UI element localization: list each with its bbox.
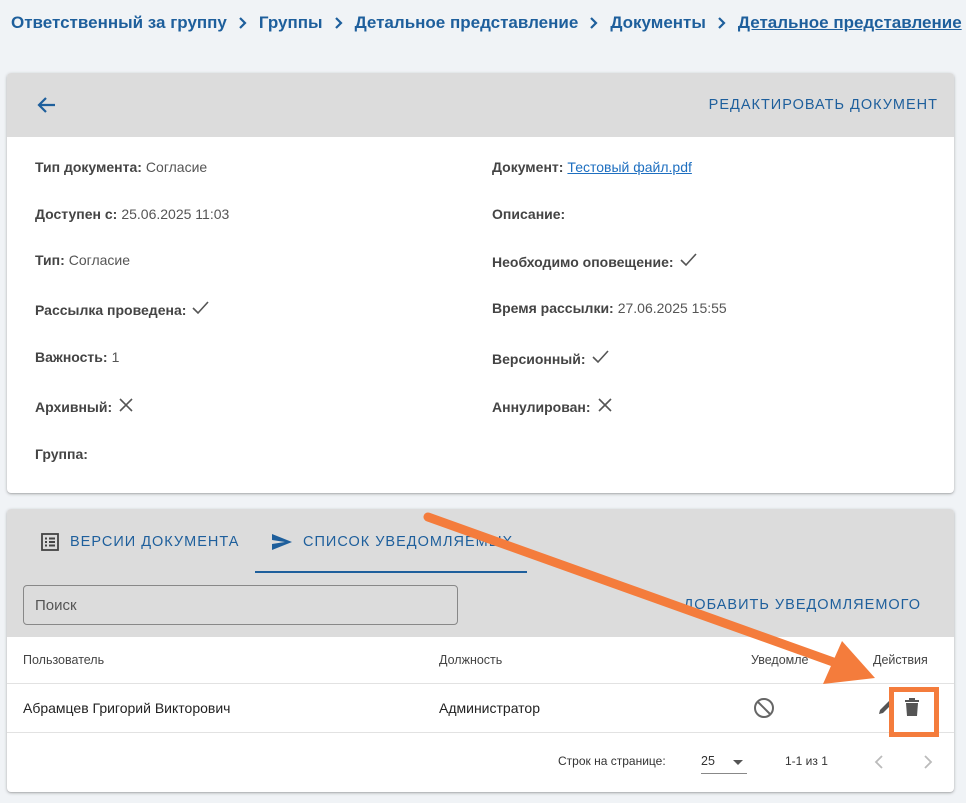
annulled-label: Аннулирован: (492, 398, 591, 415)
importance-label: Важность: (35, 349, 108, 365)
pagination-range: 1-1 из 1 (785, 754, 828, 768)
mailing-done-label: Рассылка проведена: (35, 301, 187, 318)
column-header-actions: Действия (873, 653, 928, 667)
search-input[interactable] (23, 585, 458, 625)
edit-document-button[interactable]: РЕДАКТИРОВАТЬ ДОКУМЕНТ (709, 97, 938, 113)
recipients-toolbar: ДОБАВИТЬ УВЕДОМЛЯЕМОГО (7, 575, 954, 637)
back-arrow-icon[interactable] (35, 93, 59, 117)
breadcrumb-item-document-detail[interactable]: Детальное представление (738, 13, 962, 33)
document-card: РЕДАКТИРОВАТЬ ДОКУМЕНТ Тип документа: Со… (7, 73, 954, 493)
table-row: Абрамцев Григорий Викторович Администрат… (7, 684, 954, 733)
document-details: Тип документа: Согласие Документ: Тестов… (7, 137, 954, 493)
chevron-right-icon (323, 17, 355, 29)
check-icon (590, 347, 610, 370)
detail-annulled: Аннулирован: (492, 395, 615, 418)
rows-per-page-select[interactable]: 25 (701, 746, 747, 774)
tab-bar: ВЕРСИИ ДОКУМЕНТА СПИСОК УВЕДОМЛЯЕМЫХ (7, 509, 954, 575)
detail-mailing-time: Время рассылки: 27.06.2025 15:55 (492, 300, 727, 316)
chevron-right-icon (706, 17, 738, 29)
chevron-right-icon (924, 755, 933, 769)
column-header-user[interactable]: Пользователь (23, 653, 104, 667)
prev-page-button[interactable] (867, 750, 891, 774)
detail-type: Тип: Согласие (35, 252, 130, 268)
detail-doc-type: Тип документа: Согласие (35, 159, 207, 175)
active-tab-indicator (255, 571, 527, 573)
tab-recipients-list[interactable]: СПИСОК УВЕДОМЛЯЕМЫХ (271, 509, 513, 575)
chevron-right-icon (578, 17, 610, 29)
detail-versioned: Версионный: (492, 347, 610, 370)
block-icon (753, 697, 775, 722)
rows-per-page-label: Строк на странице: (558, 754, 666, 768)
document-label: Документ: (492, 159, 564, 175)
chevron-down-icon (733, 760, 743, 765)
doc-type-label: Тип документа: (35, 159, 142, 175)
tab-recipients-list-label: СПИСОК УВЕДОМЛЯЕМЫХ (303, 534, 514, 550)
description-label: Описание: (492, 206, 566, 222)
importance-value: 1 (111, 349, 120, 365)
list-icon (41, 533, 59, 551)
detail-description: Описание: (492, 206, 569, 222)
detail-importance: Важность: 1 (35, 349, 119, 365)
tab-document-versions-label: ВЕРСИИ ДОКУМЕНТА (70, 534, 240, 550)
archived-label: Архивный: (35, 398, 113, 415)
breadcrumb-item-group-owner[interactable]: Ответственный за группу (11, 13, 227, 33)
versioned-label: Версионный: (492, 350, 586, 367)
detail-archived: Архивный: (35, 395, 136, 418)
check-icon (190, 298, 210, 321)
detail-available: Доступен с: 25.06.2025 11:03 (35, 206, 229, 222)
available-value: 25.06.2025 11:03 (121, 206, 230, 222)
next-page-button[interactable] (916, 750, 940, 774)
mailing-time-value: 27.06.2025 15:55 (617, 300, 727, 316)
cell-position: Администратор (439, 700, 541, 716)
column-header-notified[interactable]: Уведомле (751, 653, 809, 667)
available-label: Доступен с: (35, 206, 118, 222)
close-icon (116, 395, 136, 418)
notify-required-label: Необходимо оповещение: (492, 253, 674, 270)
cell-user: Абрамцев Григорий Викторович (23, 700, 231, 716)
send-icon (272, 534, 292, 550)
table-pagination: Строк на странице: 25 1-1 из 1 (7, 733, 954, 791)
tab-document-versions[interactable]: ВЕРСИИ ДОКУМЕНТА (40, 509, 239, 575)
mailing-time-label: Время рассылки: (492, 300, 614, 316)
type-label: Тип: (35, 252, 65, 268)
group-label: Группа: (35, 446, 88, 462)
doc-type-value: Согласие (145, 159, 208, 175)
rows-per-page-value: 25 (701, 754, 715, 768)
document-file-link[interactable]: Тестовый файл.pdf (567, 159, 691, 175)
detail-group: Группа: (35, 446, 92, 462)
table-header: Пользователь Должность Уведомле Действия (7, 637, 954, 684)
add-recipient-button[interactable]: ДОБАВИТЬ УВЕДОМЛЯЕМОГО (683, 597, 921, 613)
breadcrumb-item-group-detail[interactable]: Детальное представление (355, 13, 579, 33)
breadcrumb-item-documents[interactable]: Документы (610, 13, 706, 33)
type-value: Согласие (68, 252, 131, 268)
column-header-position[interactable]: Должность (439, 653, 502, 667)
detail-document: Документ: Тестовый файл.pdf (492, 159, 692, 175)
close-icon (595, 395, 615, 418)
breadcrumb: Ответственный за группу Группы Детальное… (11, 13, 962, 33)
chevron-right-icon (227, 17, 259, 29)
annotation-highlight-box (889, 687, 939, 737)
chevron-left-icon (874, 755, 883, 769)
recipients-card: ВЕРСИИ ДОКУМЕНТА СПИСОК УВЕДОМЛЯЕМЫХ ДОБ… (7, 509, 954, 792)
detail-notify-required: Необходимо оповещение: (492, 250, 698, 273)
check-icon (678, 250, 698, 273)
breadcrumb-item-groups[interactable]: Группы (259, 13, 323, 33)
document-card-header: РЕДАКТИРОВАТЬ ДОКУМЕНТ (7, 73, 954, 137)
detail-mailing-done: Рассылка проведена: (35, 298, 210, 321)
